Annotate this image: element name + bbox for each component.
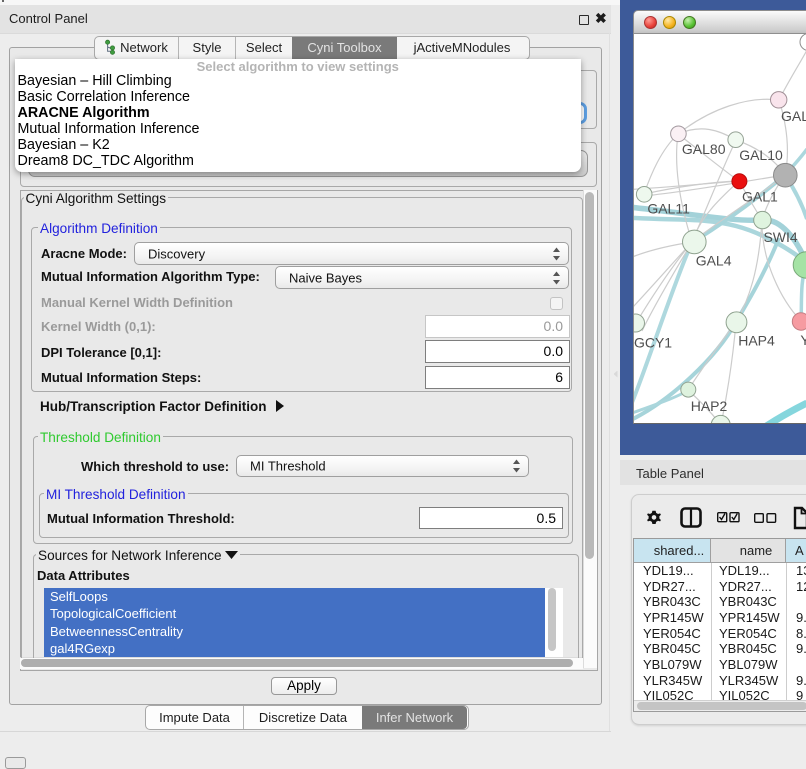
svg-text:GCY1: GCY1 — [634, 335, 672, 351]
svg-text:GAL4: GAL4 — [696, 252, 732, 268]
svg-text:SWI4: SWI4 — [763, 229, 797, 245]
svg-text:GAL80: GAL80 — [682, 141, 726, 157]
svg-text:GAL1: GAL1 — [742, 189, 778, 205]
svg-text:GAL: GAL — [781, 108, 806, 124]
svg-text:GAL11: GAL11 — [647, 201, 690, 217]
svg-text:Y: Y — [800, 332, 806, 348]
svg-text:HAP4: HAP4 — [738, 333, 775, 349]
svg-text:GAL10: GAL10 — [739, 147, 783, 163]
svg-text:HAP2: HAP2 — [691, 398, 728, 414]
